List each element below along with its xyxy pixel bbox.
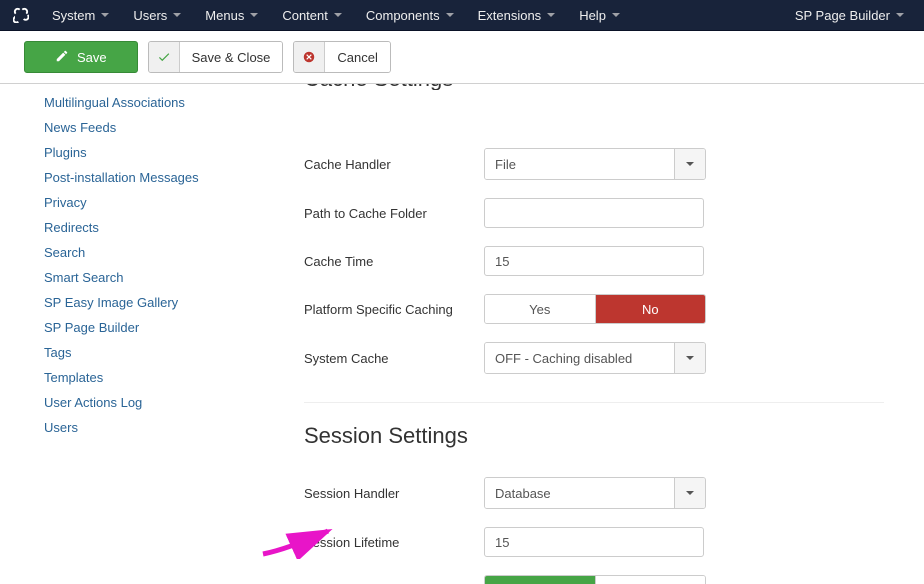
joomla-logo-icon[interactable] [12, 6, 30, 24]
input-session-lifetime[interactable] [484, 527, 704, 557]
nav-help-label: Help [579, 8, 606, 23]
label-platform-caching: Platform Specific Caching [304, 302, 484, 317]
sidebar-item-news-feeds[interactable]: News Feeds [44, 115, 304, 140]
caret-down-icon [250, 13, 258, 17]
select-cache-handler-value: File [485, 149, 674, 179]
nav-system[interactable]: System [40, 0, 121, 30]
row-cache-path: Path to Cache Folder [304, 198, 884, 228]
session-section-heading: Session Settings [304, 402, 884, 449]
nav-sp-page-builder-label: SP Page Builder [795, 8, 890, 23]
select-cache-handler[interactable]: File [484, 148, 706, 180]
row-session-lifetime: Session Lifetime [304, 527, 884, 557]
sidebar-item-templates[interactable]: Templates [44, 365, 304, 390]
sidebar-item-smart-search[interactable]: Smart Search [44, 265, 304, 290]
cancel-button[interactable]: Cancel [293, 41, 390, 73]
caret-down-icon [173, 13, 181, 17]
chevron-down-icon [674, 149, 705, 179]
toggle-platform-yes[interactable]: Yes [485, 295, 595, 323]
label-session-lifetime: Session Lifetime [304, 535, 484, 550]
caret-down-icon [612, 13, 620, 17]
save-close-button[interactable]: Save & Close [148, 41, 284, 73]
nav-components-label: Components [366, 8, 440, 23]
settings-form: Cache Settings Cache Handler File Path t… [304, 84, 924, 584]
label-session-handler: Session Handler [304, 486, 484, 501]
nav-content[interactable]: Content [270, 0, 354, 30]
save-button[interactable]: Save [24, 41, 138, 73]
cache-heading-text: Cache Settings [304, 84, 453, 90]
sidebar-item-redirects[interactable]: Redirects [44, 215, 304, 240]
row-session-handler: Session Handler Database [304, 477, 884, 509]
nav-system-label: System [52, 8, 95, 23]
sidebar-item-privacy[interactable]: Privacy [44, 190, 304, 215]
sidebar-item-sp-gallery[interactable]: SP Easy Image Gallery [44, 290, 304, 315]
save-button-label: Save [77, 50, 107, 65]
nav-users[interactable]: Users [121, 0, 193, 30]
caret-down-icon [101, 13, 109, 17]
nav-sp-page-builder[interactable]: SP Page Builder [783, 0, 916, 30]
label-cache-time: Cache Time [304, 254, 484, 269]
toggle-shared-no[interactable]: No [595, 576, 706, 584]
sidebar-item-users[interactable]: Users [44, 415, 304, 440]
nav-menus-label: Menus [205, 8, 244, 23]
cancel-button-label: Cancel [325, 42, 389, 72]
toggle-shared-sessions[interactable]: Yes No [484, 575, 706, 584]
admin-navbar: System Users Menus Content Components Ex… [0, 0, 924, 31]
row-system-cache: System Cache OFF - Caching disabled [304, 342, 884, 374]
component-sidebar: Multilingual Associations News Feeds Plu… [0, 84, 304, 440]
label-cache-path: Path to Cache Folder [304, 206, 484, 221]
label-system-cache: System Cache [304, 351, 484, 366]
select-system-cache[interactable]: OFF - Caching disabled [484, 342, 706, 374]
save-close-label: Save & Close [180, 42, 283, 72]
toggle-shared-yes[interactable]: Yes [485, 576, 595, 584]
nav-components[interactable]: Components [354, 0, 466, 30]
sidebar-item-user-actions-log[interactable]: User Actions Log [44, 390, 304, 415]
caret-down-icon [334, 13, 342, 17]
select-session-handler[interactable]: Database [484, 477, 706, 509]
sidebar-item-tags[interactable]: Tags [44, 340, 304, 365]
row-shared-sessions: Shared Sessions Yes No [304, 575, 884, 584]
action-toolbar: Save Save & Close Cancel [0, 31, 924, 84]
chevron-down-icon [674, 478, 705, 508]
select-system-cache-value: OFF - Caching disabled [485, 343, 674, 373]
sidebar-item-plugins[interactable]: Plugins [44, 140, 304, 165]
caret-down-icon [446, 13, 454, 17]
sidebar-item-sp-page-builder[interactable]: SP Page Builder [44, 315, 304, 340]
edit-icon [55, 49, 69, 66]
input-cache-time[interactable] [484, 246, 704, 276]
chevron-down-icon [674, 343, 705, 373]
nav-menus[interactable]: Menus [193, 0, 270, 30]
content-area: Multilingual Associations News Feeds Plu… [0, 84, 924, 584]
caret-down-icon [547, 13, 555, 17]
sidebar-item-search[interactable]: Search [44, 240, 304, 265]
nav-help[interactable]: Help [567, 0, 632, 30]
sidebar-item-multilingual[interactable]: Multilingual Associations [44, 90, 304, 115]
toggle-platform-no[interactable]: No [595, 295, 706, 323]
cancel-icon [294, 42, 325, 72]
sidebar-item-post-install[interactable]: Post-installation Messages [44, 165, 304, 190]
nav-extensions[interactable]: Extensions [466, 0, 568, 30]
nav-content-label: Content [282, 8, 328, 23]
row-cache-handler: Cache Handler File [304, 148, 884, 180]
nav-users-label: Users [133, 8, 167, 23]
cache-section-heading: Cache Settings [304, 84, 884, 90]
caret-down-icon [896, 13, 904, 17]
select-session-handler-value: Database [485, 478, 674, 508]
check-icon [149, 42, 180, 72]
input-cache-path[interactable] [484, 198, 704, 228]
nav-extensions-label: Extensions [478, 8, 542, 23]
row-platform-caching: Platform Specific Caching Yes No [304, 294, 884, 324]
row-cache-time: Cache Time [304, 246, 884, 276]
label-cache-handler: Cache Handler [304, 157, 484, 172]
toggle-platform-caching[interactable]: Yes No [484, 294, 706, 324]
